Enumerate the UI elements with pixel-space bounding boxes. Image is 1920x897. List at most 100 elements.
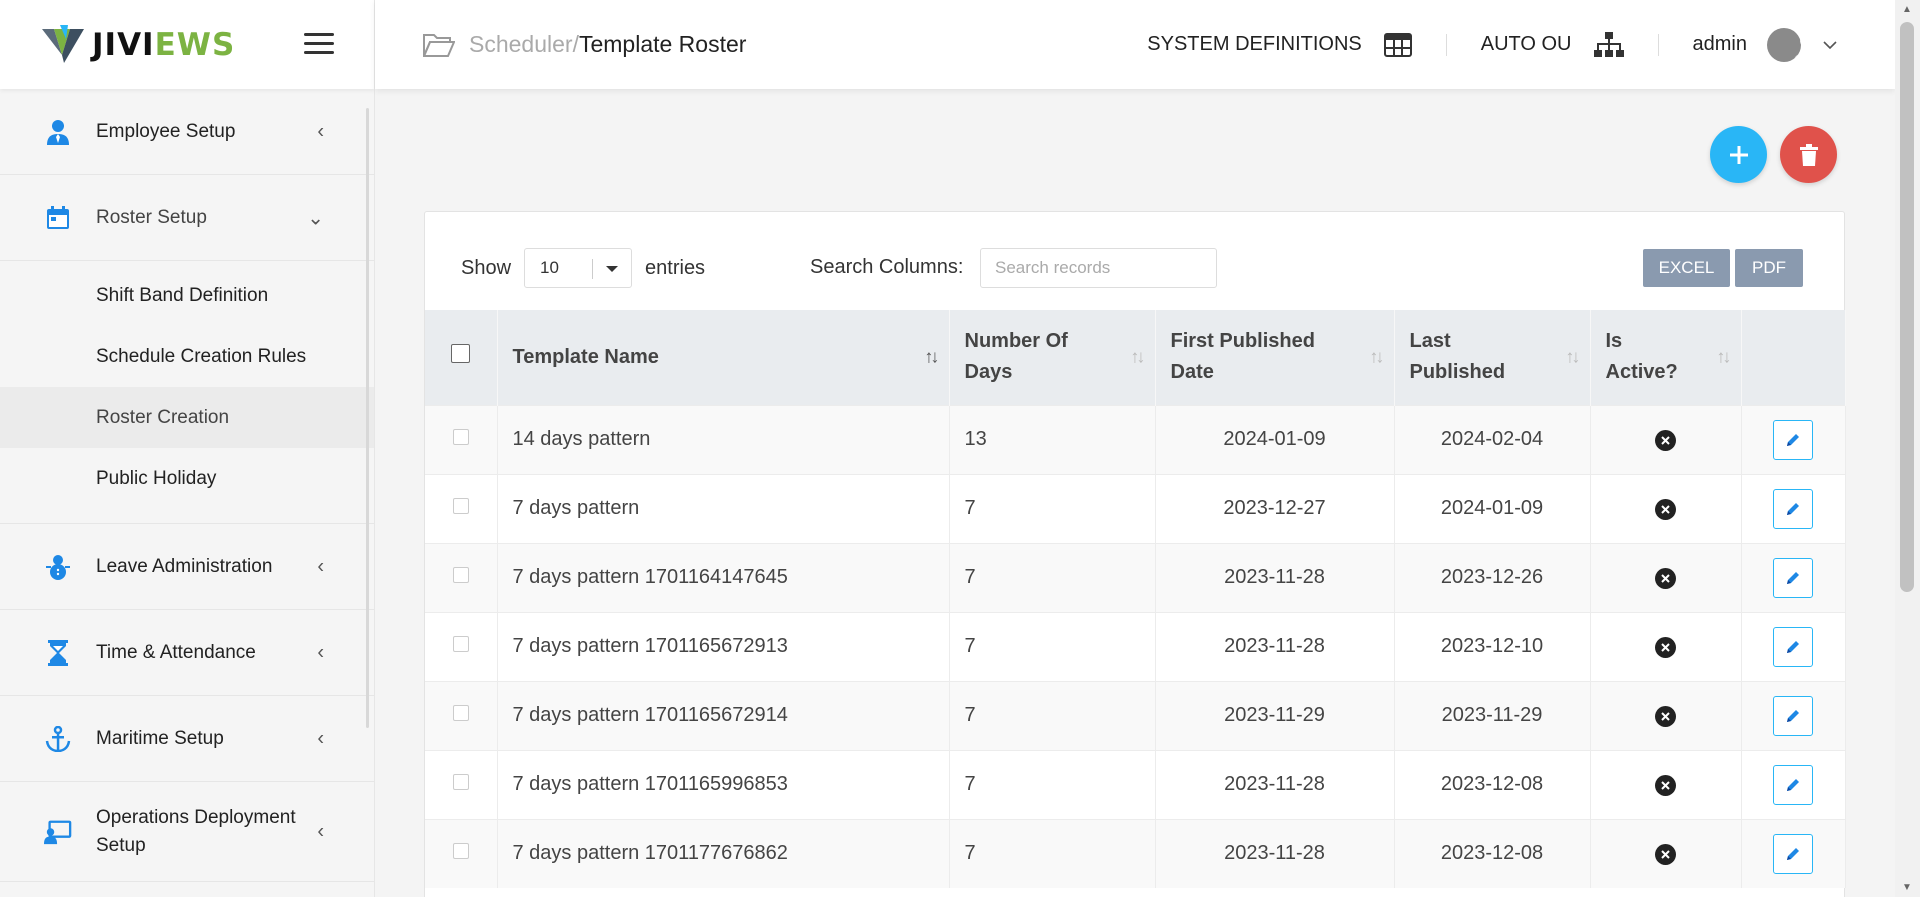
system-definitions-label: SYSTEM DEFINITIONS [1147, 33, 1362, 55]
brand-logo[interactable]: JIVIEWS [40, 24, 236, 65]
template-roster-card: Show 10 entries Search Columns: EXCEL PD… [424, 211, 1846, 897]
show-label: Show [461, 256, 512, 279]
sidebar-item-maritime-setup[interactable]: Maritime Setup ‹ [0, 696, 374, 782]
row-checkbox[interactable] [452, 498, 469, 514]
last-published-cell: 2023-12-08 [1394, 749, 1591, 819]
col-template-name[interactable]: Template Name ↑↓ [497, 310, 950, 405]
breadcrumb-parent[interactable]: Scheduler/ [469, 31, 579, 58]
actions-cell [1741, 818, 1846, 888]
add-template-button[interactable] [1710, 126, 1767, 183]
page-scrollbar[interactable]: ▲ ▼ [1895, 0, 1920, 897]
table-row: 7 days pattern 1701165996853 7 2023-11-28 2… [425, 749, 1846, 819]
sidebar-item-employee-setup[interactable]: Employee Setup ‹ [0, 89, 374, 175]
brand-name: JIVIEWS [92, 26, 236, 63]
edit-button[interactable] [1773, 695, 1813, 736]
col-number-of-days[interactable]: Number Of Days ↑↓ [949, 310, 1156, 405]
entries-label: entries [645, 256, 706, 279]
entries-select[interactable]: 10 [524, 248, 633, 288]
sidebar-scrollbar[interactable] [366, 108, 369, 728]
divider [1657, 33, 1659, 56]
actions-cell [1741, 404, 1846, 474]
folder-open-icon [423, 33, 455, 57]
sidebar-subitem-shift-band[interactable]: Shift Band Definition [0, 265, 374, 326]
menu-toggle-icon[interactable] [304, 33, 334, 55]
username: admin [1692, 33, 1747, 55]
edit-button[interactable] [1773, 557, 1813, 598]
breadcrumb: Scheduler/ Template Roster [423, 31, 746, 58]
row-select-cell [425, 611, 498, 681]
trash-icon [1799, 143, 1818, 166]
search-input[interactable] [980, 248, 1217, 288]
sidebar-item-leave-administration[interactable]: Leave Administration ‹ [0, 524, 374, 610]
row-checkbox[interactable] [452, 843, 469, 860]
auto-ou-link[interactable]: AUTO OU [1480, 31, 1624, 58]
inactive-x-icon [1655, 430, 1676, 451]
sidebar-subitem-public-holiday[interactable]: Public Holiday [0, 448, 374, 509]
col-is-active[interactable]: Is Active? ↑↓ [1590, 310, 1742, 405]
template-name-cell: 7 days pattern 1701177676862 [497, 818, 950, 888]
sidebar-item-label: Leave Administration [96, 555, 273, 577]
inactive-x-icon [1655, 775, 1676, 796]
last-published-cell: 2024-01-09 [1394, 473, 1591, 543]
last-published-cell: 2023-12-08 [1394, 818, 1591, 888]
system-definitions-link[interactable]: SYSTEM DEFINITIONS [1147, 32, 1412, 57]
header-label: Last Published [1409, 330, 1506, 384]
row-checkbox[interactable] [452, 774, 469, 790]
row-checkbox[interactable] [452, 567, 469, 583]
calendar-icon [44, 204, 72, 232]
inactive-x-icon [1655, 568, 1676, 589]
first-published-cell: 2023-11-28 [1155, 749, 1395, 819]
sidebar-item-label: Maritime Setup [96, 727, 224, 749]
header-label: First Published Date [1170, 330, 1315, 384]
scroll-down-icon[interactable]: ▼ [1902, 882, 1912, 893]
edit-button[interactable] [1773, 764, 1813, 805]
chevron-left-icon: ‹ [317, 820, 324, 842]
template-name-cell: 14 days pattern [497, 404, 950, 474]
row-checkbox[interactable] [452, 429, 469, 445]
grid-table-icon [1383, 32, 1412, 57]
row-select-cell [425, 473, 498, 543]
edit-button[interactable] [1773, 419, 1813, 460]
number-of-days-cell: 7 [949, 542, 1156, 612]
template-name-cell: 7 days pattern 1701164147645 [497, 542, 950, 612]
table-row: 7 days pattern 1701177676862 7 2023-11-28 2… [425, 818, 1846, 888]
sidebar-item-roster-setup[interactable]: Roster Setup ⌄ [0, 175, 374, 261]
search-label: Search Columns: [810, 256, 964, 278]
select-all-checkbox[interactable] [451, 343, 471, 363]
export-excel-button[interactable]: EXCEL [1643, 249, 1730, 287]
actions-cell [1741, 473, 1846, 543]
col-first-published[interactable]: First Published Date ↑↓ [1155, 310, 1395, 405]
edit-button[interactable] [1773, 626, 1813, 667]
first-published-cell: 2023-11-28 [1155, 611, 1395, 681]
org-chart-icon [1593, 31, 1624, 57]
is-active-cell [1590, 404, 1742, 474]
top-navigation: SYSTEM DEFINITIONS AUTO OU admin [1147, 0, 1895, 89]
template-name-cell: 7 days pattern [497, 473, 950, 543]
sort-icon: ↑↓ [924, 346, 940, 367]
sidebar-item-time-attendance[interactable]: Time & Attendance ‹ [0, 610, 374, 696]
delete-template-button[interactable] [1780, 126, 1837, 183]
sidebar-subitem-roster-creation[interactable]: Roster Creation [0, 387, 374, 448]
last-published-cell: 2023-12-10 [1394, 611, 1591, 681]
sidebar-subitem-schedule-rules[interactable]: Schedule Creation Rules [0, 326, 374, 387]
export-pdf-button[interactable]: PDF [1735, 249, 1803, 287]
row-checkbox[interactable] [452, 636, 469, 652]
scrollbar-thumb[interactable] [1900, 22, 1914, 592]
scroll-up-icon[interactable]: ▲ [1902, 4, 1912, 15]
col-last-published[interactable]: Last Published ↑↓ [1394, 310, 1591, 405]
chevron-down-icon [1823, 40, 1837, 49]
actions-cell [1741, 680, 1846, 750]
is-active-cell [1590, 818, 1742, 888]
table-row: 7 days pattern 1701164147645 7 2023-11-28 2… [425, 542, 1846, 612]
select-all-cell [425, 310, 498, 405]
caret-down-icon [606, 266, 619, 272]
row-checkbox[interactable] [452, 705, 469, 721]
number-of-days-cell: 7 [949, 611, 1156, 681]
edit-button[interactable] [1773, 488, 1813, 529]
person-tie-icon [44, 118, 72, 146]
hourglass-icon [44, 639, 72, 667]
user-menu[interactable]: admin [1692, 27, 1895, 62]
edit-button[interactable] [1773, 833, 1813, 874]
sidebar-item-operations-deployment[interactable]: Operations Deployment Setup ‹ [0, 782, 374, 882]
auto-ou-label: AUTO OU [1480, 33, 1572, 55]
